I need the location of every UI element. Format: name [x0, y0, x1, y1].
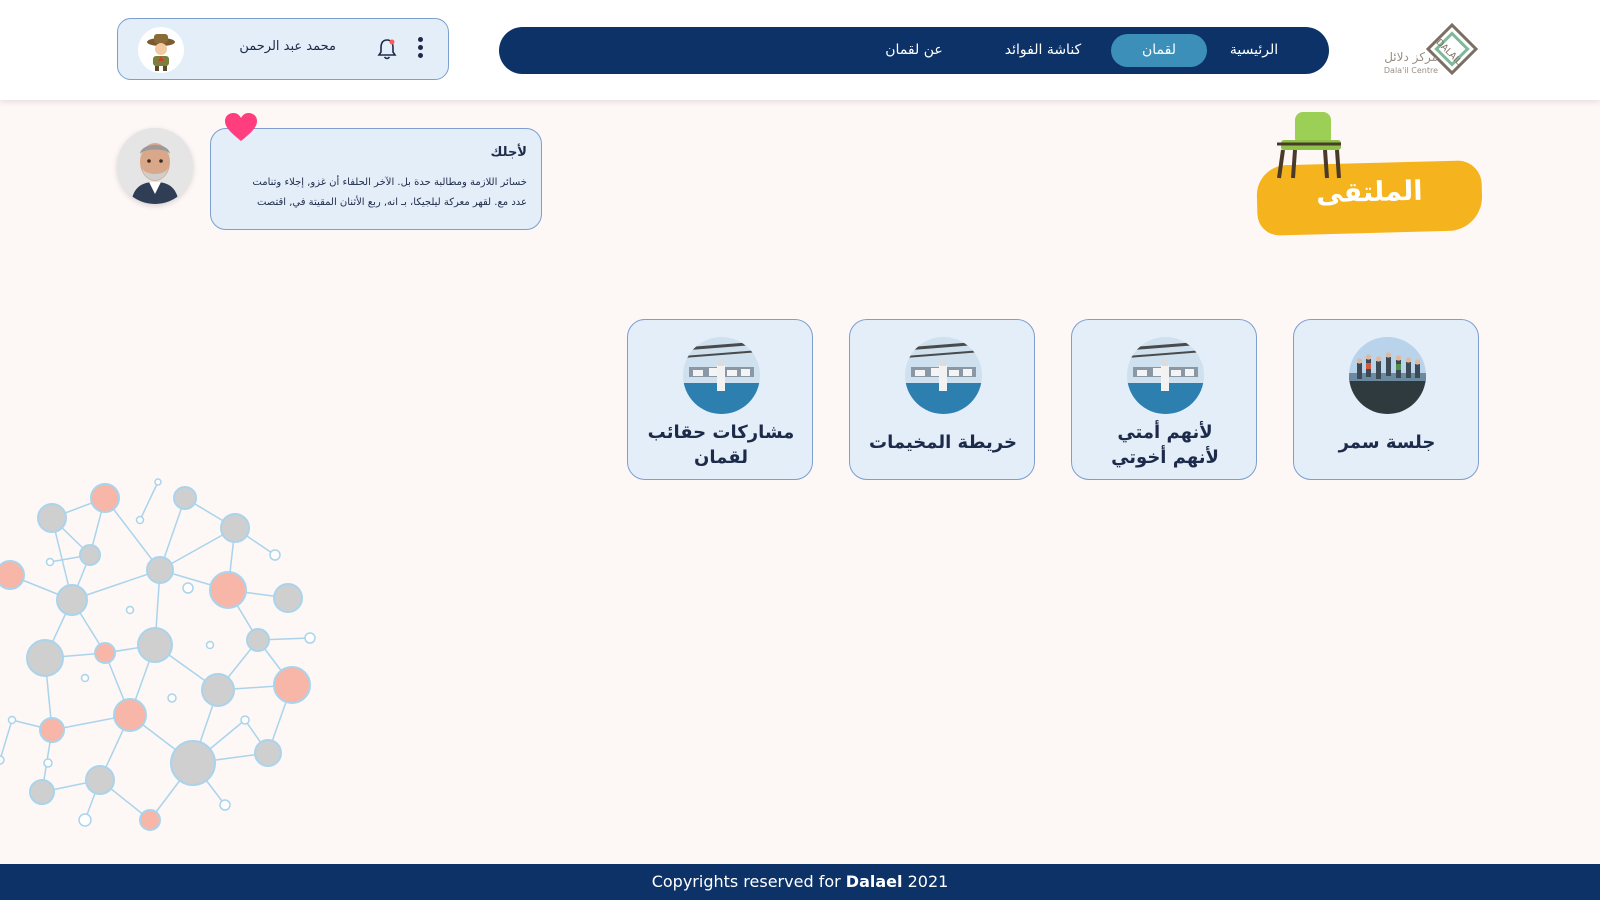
group-jumping-photo: [1349, 337, 1426, 414]
footer: Copyrights reserved for Dalael 2021: [0, 864, 1600, 900]
quote-line-1: خسائر اللازمة ومطالبة حدة بل. الآخر الحل…: [252, 177, 527, 188]
kebab-menu-icon[interactable]: [416, 37, 424, 63]
footer-brand[interactable]: Dalael: [846, 872, 903, 891]
card-label: مشاركات حقائب لقمان: [634, 420, 808, 470]
armchair-icon: [1277, 112, 1341, 179]
scout-avatar-icon[interactable]: [138, 27, 184, 73]
quote-card: لأجلك خسائر اللازمة ومطالبة حدة بل. الآخ…: [210, 128, 542, 230]
man-avatar-icon: [117, 128, 193, 204]
card-luqman-bags[interactable]: مشاركات حقائب لقمان: [627, 319, 813, 480]
footer-year: 2021: [907, 872, 949, 891]
card-evening-session[interactable]: جلسة سمر: [1293, 319, 1479, 480]
footer-prefix: Copyrights reserved for: [651, 872, 841, 891]
main-nav: الرئيسية لقمان كناشة الفوائد عن لقمان: [499, 27, 1329, 74]
card-camps-map[interactable]: خريطة المخيمات: [849, 319, 1035, 480]
dalail-logo[interactable]: DALAIL مركز دلائل Dala'il Centre: [1372, 18, 1484, 84]
quote-title: لأجلك: [490, 145, 527, 160]
user-name: محمد عبد الرحمن: [239, 39, 336, 54]
card-label: لأنهم أمتي لأنهم أخوتي: [1078, 420, 1252, 470]
page-title-badge: الملتقى: [1255, 108, 1485, 236]
top-header: DALAIL مركز دلائل Dala'il Centre الرئيسي…: [0, 0, 1600, 100]
people-network-illustration: [0, 478, 316, 831]
card-label-line-1: لأنهم أمتي: [1117, 422, 1213, 443]
harbor-photo: [683, 337, 760, 414]
quote-body: خسائر اللازمة ومطالبة حدة بل. الآخر الحل…: [227, 173, 527, 213]
nav-item-notebook[interactable]: كناشة الفوائد: [983, 34, 1103, 67]
harbor-photo: [905, 337, 982, 414]
quote-line-2: عدد مع. لقهر معركة ليلجيكا، بـ انه, ربع …: [256, 197, 527, 208]
nav-item-home[interactable]: الرئيسية: [1199, 34, 1309, 67]
nav-item-luqman[interactable]: لقمان: [1111, 34, 1207, 67]
card-label: جلسة سمر: [1338, 432, 1436, 453]
harbor-photo: [1127, 337, 1204, 414]
heart-icon[interactable]: [224, 112, 258, 142]
nav-item-about[interactable]: عن لقمان: [859, 34, 969, 67]
card-label-line-2: لأنهم أخوتي: [1111, 447, 1219, 468]
logo-english-text: Dala'il Centre: [1383, 66, 1438, 75]
card-label-line-1: مشاركات حقائب: [647, 422, 795, 443]
card-label: خريطة المخيمات: [869, 432, 1017, 453]
bell-icon[interactable]: [376, 37, 398, 61]
user-card[interactable]: محمد عبد الرحمن: [117, 18, 449, 80]
card-label-line-2: لقمان: [694, 447, 748, 468]
logo-arabic-text: مركز دلائل: [1384, 50, 1438, 64]
card-my-nation[interactable]: لأنهم أمتي لأنهم أخوتي: [1071, 319, 1257, 480]
